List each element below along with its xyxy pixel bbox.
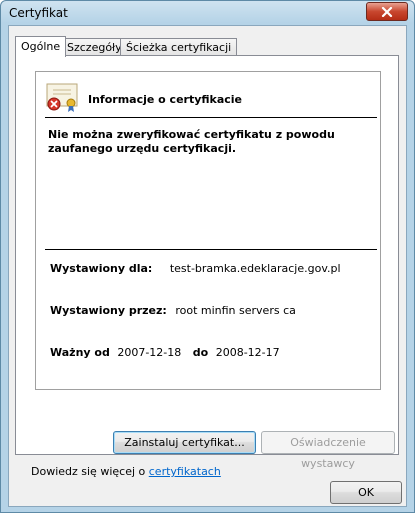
certificates-link[interactable]: certyfikatach — [149, 465, 221, 478]
warning-line-2: zaufanego urzędu certyfikacji. — [48, 142, 237, 155]
issued-to-value: test-bramka.edeklaracje.gov.pl — [169, 262, 341, 275]
close-button[interactable] — [366, 2, 408, 21]
ok-button[interactable]: OK — [330, 481, 402, 504]
valid-from-label: Ważny od — [50, 346, 110, 359]
header-divider — [45, 117, 377, 118]
issuer-statement-button: Oświadczenie wystawcy — [261, 431, 395, 470]
title-bar[interactable]: Certyfikat — [1, 1, 414, 25]
valid-from-value: 2007-12-18 — [117, 346, 182, 359]
install-certificate-button[interactable]: Zainstaluj certyfikat... — [113, 431, 256, 454]
certificate-dialog: Certyfikat Ogólne Szczegóły Ścieżka cert… — [0, 0, 415, 513]
close-icon — [381, 6, 393, 17]
learn-more: Dowiedz się więcej o certyfikatach — [31, 465, 221, 478]
issued-by-row: Wystawiony przez: root minfin servers ca — [50, 304, 296, 317]
certificate-info-frame: Informacje o certyfikacie Nie można zwer… — [35, 71, 381, 390]
certificate-error-icon — [46, 83, 78, 112]
issued-to-label: Wystawiony dla: — [50, 262, 153, 275]
issued-to-row: Wystawiony dla: test-bramka.edeklaracje.… — [50, 262, 341, 275]
window-title: Certyfikat — [9, 6, 68, 20]
tab-general[interactable]: Ogólne — [15, 36, 67, 57]
warning-line-1: Nie można zweryfikować certyfikatu z pow… — [48, 128, 335, 141]
valid-to-label: do — [192, 346, 209, 359]
dialog-body: Ogólne Szczegóły Ścieżka certyfikacji In… — [8, 25, 407, 507]
valid-to-value: 2008-12-17 — [215, 346, 280, 359]
verification-warning: Nie można zweryfikować certyfikatu z pow… — [48, 128, 368, 156]
certificate-info-header: Informacje o certyfikacie — [88, 93, 243, 106]
tab-details[interactable]: Szczegóły — [61, 38, 128, 56]
general-tab-panel: Informacje o certyfikacie Nie można zwer… — [15, 55, 399, 478]
tab-certification-path[interactable]: Ścieżka certyfikacji — [120, 38, 238, 56]
issued-by-label: Wystawiony przez: — [50, 304, 167, 317]
learn-more-text: Dowiedz się więcej o — [31, 465, 146, 478]
validity-row: Ważny od 2007-12-18 do 2008-12-17 — [50, 346, 280, 359]
issued-by-value: root minfin servers ca — [175, 304, 296, 317]
details-divider — [45, 249, 377, 250]
